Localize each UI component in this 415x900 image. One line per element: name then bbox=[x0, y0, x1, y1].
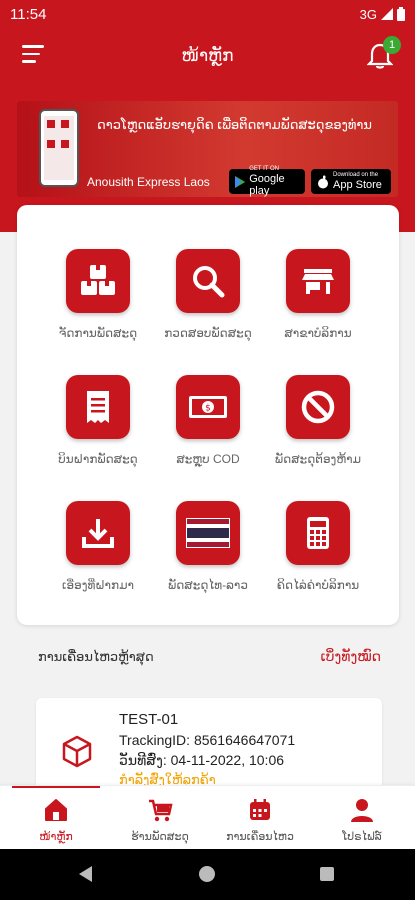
boxes-icon bbox=[81, 265, 115, 295]
home-icon bbox=[45, 799, 67, 821]
parcel-box-icon bbox=[62, 735, 92, 768]
profile-icon bbox=[351, 799, 373, 822]
view-all-link[interactable]: ເບິ່ງທັງໝົດ bbox=[321, 648, 381, 665]
grid-label: ເອື່ອງທີ່ຝາກມາ bbox=[62, 578, 134, 592]
grid-item-branches[interactable]: ສາຂາບໍລິການ bbox=[258, 249, 378, 340]
grid-label: ກວດສອບພັດສະດຸ bbox=[164, 326, 252, 340]
cash-icon: $ bbox=[189, 396, 227, 418]
recent-activity-header: ການເຄື່ອນໄຫວຫຼ້າສຸດ ເບິ່ງທັງໝົດ bbox=[38, 648, 381, 665]
app-store-big: App Store bbox=[333, 179, 382, 191]
nav-profile[interactable]: ໂປຣໄຟລ໌ bbox=[310, 786, 414, 850]
grid-label: ພັດສະດຸຕ້ອງຫ້າມ bbox=[274, 452, 362, 466]
phone-illustration-icon bbox=[39, 109, 79, 187]
grid-label: ສະຫຼຸບ COD bbox=[176, 452, 240, 466]
activity-info: TEST-01 TrackingID: 8561646647071 ວັນທີສ… bbox=[119, 710, 295, 790]
receipt-icon bbox=[87, 391, 109, 423]
services-card: ຈັດການພັດສະດຸ ກວດສອບພັດສະດຸ ສາຂາບໍລິການ bbox=[17, 205, 399, 625]
grid-label: ຈັດການພັດສະດຸ bbox=[58, 326, 138, 340]
grid-item-calculator[interactable]: ຄິດໄລ່ຄ່າບໍລິການ bbox=[258, 501, 378, 592]
recent-apps-icon[interactable] bbox=[320, 867, 334, 881]
grid-item-parcel-bill[interactable]: ບິນຝາກພັດສະດຸ bbox=[38, 375, 158, 466]
store-icon bbox=[302, 269, 334, 294]
grid-item-prohibited[interactable]: ພັດສະດຸຕ້ອງຫ້າມ bbox=[258, 375, 378, 466]
app-store-button[interactable]: Download on the App Store bbox=[311, 169, 391, 194]
google-play-icon bbox=[235, 175, 246, 188]
activity-name: TEST-01 bbox=[119, 711, 179, 728]
grid-item-thai-lao[interactable]: ພັດສະດຸໄທ-ລາວ bbox=[148, 501, 268, 592]
app-store-small: Download on the bbox=[333, 172, 379, 178]
google-play-button[interactable]: GET IT ON Google play bbox=[229, 166, 305, 197]
google-play-small: GET IT ON bbox=[249, 166, 279, 172]
activity-item[interactable]: TEST-01 TrackingID: 8561646647071 ວັນທີສ… bbox=[36, 698, 382, 793]
notification-button[interactable]: 1 bbox=[366, 36, 401, 72]
network-type: 3G bbox=[359, 6, 377, 22]
calendar-icon bbox=[250, 799, 270, 820]
nav-label: ການເຄື່ອນໄຫວ bbox=[226, 831, 294, 843]
activity-date: ວັນທີສົ່ງ: 04-11-2022, 10:06 bbox=[119, 752, 285, 768]
status-time: 11:54 bbox=[10, 5, 47, 23]
google-play-big: Google play bbox=[249, 173, 285, 197]
thai-flag-icon bbox=[186, 518, 230, 548]
svg-text:$: $ bbox=[205, 404, 211, 414]
signal-icon bbox=[381, 8, 393, 20]
grid-label: ບິນຝາກພັດສະດຸ bbox=[58, 452, 138, 466]
search-icon bbox=[193, 266, 225, 298]
nav-home[interactable]: ໜ້າຫຼັກ bbox=[4, 786, 108, 850]
download-icon bbox=[82, 519, 114, 548]
nav-label: ໂປຣໄຟລ໌ bbox=[342, 831, 382, 843]
banner-brand: Anousith Express Laos bbox=[87, 175, 210, 189]
prohibited-icon bbox=[301, 390, 335, 424]
bottom-navigation: ໜ້າຫຼັກ ຮ້ານພັດສະດຸ ການເຄື່ອນໄຫວ ໂປຣໄຟລ໌ bbox=[0, 785, 415, 849]
grid-label: ສາຂາບໍລິການ bbox=[284, 326, 352, 340]
nav-label: ຮ້ານພັດສະດຸ bbox=[131, 831, 189, 843]
home-circle-icon[interactable] bbox=[199, 866, 215, 882]
status-bar: 11:54 3G bbox=[0, 0, 415, 28]
back-icon[interactable] bbox=[79, 866, 92, 882]
system-navigation-bar bbox=[0, 849, 415, 900]
promo-banner[interactable]: ດາວໂຫຼດແອັບຮາຍຸດິຄ ເພື່ອຕິດຕາມພັດສະດຸຂອງ… bbox=[17, 101, 398, 197]
banner-tagline: ດາວໂຫຼດແອັບຮາຍຸດິຄ ເພື່ອຕິດຕາມພັດສະດຸຂອງ… bbox=[97, 117, 372, 132]
calculator-icon bbox=[307, 517, 329, 549]
notification-badge: 1 bbox=[383, 36, 401, 54]
activity-tracking: TrackingID: 8561646647071 bbox=[119, 732, 296, 748]
recent-activity-title: ການເຄື່ອນໄຫວຫຼ້າສຸດ bbox=[38, 648, 154, 664]
nav-label: ໜ້າຫຼັກ bbox=[39, 831, 73, 843]
page-title: ໜ້າຫຼັກ bbox=[181, 46, 234, 65]
battery-icon bbox=[397, 7, 405, 21]
nav-shop[interactable]: ຮ້ານພັດສະດຸ bbox=[108, 786, 212, 850]
grid-item-cod-summary[interactable]: $ ສະຫຼຸບ COD bbox=[148, 375, 268, 466]
apple-icon bbox=[318, 175, 328, 188]
grid-item-received[interactable]: ເອື່ອງທີ່ຝາກມາ bbox=[38, 501, 158, 592]
nav-activity[interactable]: ການເຄື່ອນໄຫວ bbox=[208, 786, 312, 850]
grid-item-manage-parcels[interactable]: ຈັດການພັດສະດຸ bbox=[38, 249, 158, 340]
grid-item-check-parcel[interactable]: ກວດສອບພັດສະດຸ bbox=[148, 249, 268, 340]
grid-label: ພັດສະດຸໄທ-ລາວ bbox=[168, 578, 248, 592]
app-bar: ໜ້າຫຼັກ 1 bbox=[0, 28, 415, 86]
cart-icon bbox=[149, 799, 173, 822]
grid-label: ຄິດໄລ່ຄ່າບໍລິການ bbox=[276, 578, 360, 592]
status-icons: 3G bbox=[360, 7, 405, 22]
